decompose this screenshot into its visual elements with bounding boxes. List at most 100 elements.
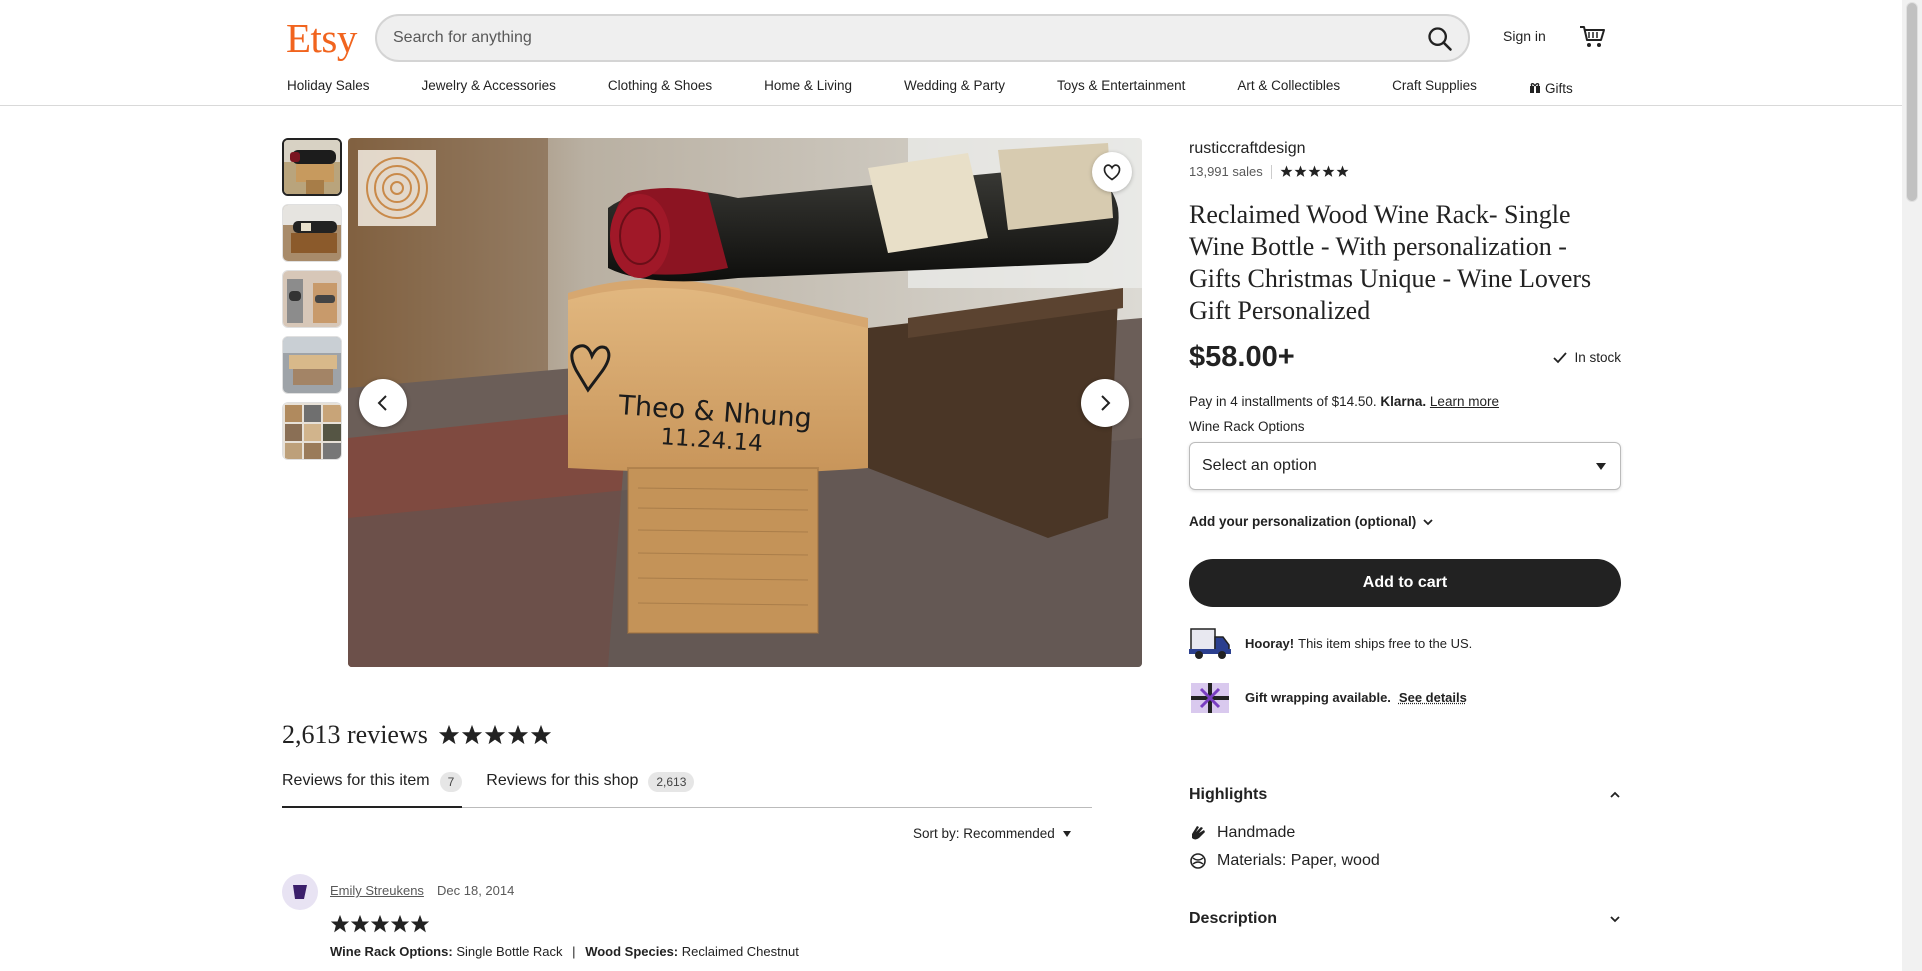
reviews-summary: 2,613 reviews <box>282 720 553 750</box>
variation-label: Wood Species: <box>585 944 679 959</box>
star-icon <box>370 914 390 933</box>
sort-dropdown[interactable]: Sort by: Recommended <box>913 826 1071 841</box>
see-details-link[interactable]: See details <box>1399 690 1467 705</box>
reviews-rating-stars <box>438 724 553 746</box>
star-icon <box>1322 165 1335 177</box>
star-icon <box>484 724 505 745</box>
variation-value: Single Bottle Rack <box>456 944 563 959</box>
star-icon <box>390 914 410 933</box>
thumbnail-5[interactable] <box>282 402 342 460</box>
main-product-image[interactable]: Theo & Nhung 11.24.14 <box>348 138 1142 667</box>
search-input[interactable] <box>393 16 1393 60</box>
star-icon <box>350 914 370 933</box>
search-icon[interactable] <box>1426 25 1454 53</box>
scrollbar-thumb[interactable] <box>1906 2 1918 202</box>
highlight-text: Materials: Paper, wood <box>1217 852 1380 869</box>
thumbnail-4[interactable] <box>282 336 342 394</box>
tab-reviews-shop[interactable]: Reviews for this shop 2,613 <box>486 768 695 808</box>
category-gifts[interactable]: Gifts <box>1529 78 1573 98</box>
listing-details: rusticcraftdesign 13,991 sales Reclaimed… <box>1189 140 1621 715</box>
variation-value: Reclaimed Chestnut <box>681 944 799 959</box>
thumbnail-1[interactable] <box>282 138 342 196</box>
sort-label: Sort by: Recommended <box>913 826 1055 841</box>
gift-wrap-info: Gift wrapping available. See details <box>1189 679 1621 715</box>
highlight-text: Handmade <box>1217 824 1296 841</box>
cart-icon[interactable] <box>1578 22 1606 50</box>
highlights-heading: Highlights <box>1189 786 1268 803</box>
star-icon <box>530 724 551 745</box>
star-icon <box>330 914 350 933</box>
description-toggle[interactable]: Description <box>1189 910 1621 928</box>
category-jewelry[interactable]: Jewelry & Accessories <box>422 78 556 98</box>
gift-icon <box>1529 83 1540 93</box>
listing-price: $58.00+ <box>1189 341 1295 373</box>
category-clothing[interactable]: Clothing & Shoes <box>608 78 712 98</box>
product-photo: Theo & Nhung 11.24.14 <box>348 138 1142 667</box>
shipping-bold: Hooray! <box>1245 635 1295 651</box>
category-art[interactable]: Art & Collectibles <box>1237 78 1340 98</box>
category-gifts-label: Gifts <box>1544 80 1573 96</box>
gift-wrap-icon <box>1191 683 1229 713</box>
category-home[interactable]: Home & Living <box>764 78 852 98</box>
add-to-cart-button[interactable]: Add to cart <box>1189 559 1621 607</box>
divider: | <box>572 944 576 959</box>
learn-more-link[interactable]: Learn more <box>1430 394 1499 409</box>
wine-rack-options-select[interactable]: Select an option <box>1189 442 1621 490</box>
next-image-button[interactable] <box>1081 379 1129 427</box>
chevron-right-icon <box>1101 395 1111 411</box>
star-icon <box>410 914 430 933</box>
select-value: Select an option <box>1202 457 1317 474</box>
installments-info: Pay in 4 installments of $14.50. Klarna.… <box>1189 394 1621 409</box>
category-craft[interactable]: Craft Supplies <box>1392 78 1477 98</box>
reviewer-name-link[interactable]: Emily Streukens <box>330 883 424 898</box>
materials-icon <box>1190 853 1206 869</box>
category-holiday-sales[interactable]: Holiday Sales <box>287 78 370 98</box>
divider <box>1270 164 1272 179</box>
previous-image-button[interactable] <box>359 379 407 427</box>
thumbnail-2[interactable] <box>282 204 342 262</box>
shipping-info: Hooray! This item ships free to the US. <box>1189 625 1621 661</box>
avatar-shape-icon <box>293 885 307 899</box>
chevron-down-icon <box>1423 518 1433 525</box>
tab-label: Reviews for this item <box>282 772 430 789</box>
favorite-button[interactable] <box>1092 152 1132 192</box>
description-heading: Description <box>1189 910 1278 927</box>
category-nav: Holiday Sales Jewelry & Accessories Clot… <box>287 78 1573 98</box>
site-header: Etsy Sign in Holiday Sales Jewelry & Acc… <box>0 0 1902 106</box>
variation-label: Wine Rack Options: <box>330 944 453 959</box>
category-toys[interactable]: Toys & Entertainment <box>1057 78 1185 98</box>
chevron-down-icon <box>1610 916 1620 923</box>
star-icon <box>438 724 459 745</box>
review-stars <box>330 914 430 934</box>
avatar[interactable] <box>282 874 318 910</box>
highlight-materials: Materials: Paper, wood <box>1189 852 1621 870</box>
category-wedding[interactable]: Wedding & Party <box>904 78 1005 98</box>
page-scrollbar[interactable] <box>1902 0 1922 971</box>
chevron-left-icon <box>377 395 387 411</box>
shop-sales-row: 13,991 sales <box>1189 164 1621 179</box>
caret-down-icon <box>1062 830 1071 837</box>
etsy-logo[interactable]: Etsy <box>286 14 357 62</box>
listing-title: Reclaimed Wood Wine Rack- Single Wine Bo… <box>1189 200 1592 325</box>
image-thumbnails <box>282 138 342 468</box>
shop-sales-count: 13,991 sales <box>1189 164 1263 179</box>
hand-icon <box>1192 826 1205 840</box>
shop-name-link[interactable]: rusticcraftdesign <box>1189 140 1621 158</box>
delivery-truck-icon <box>1189 628 1231 659</box>
stock-text: In stock <box>1574 350 1621 365</box>
star-icon <box>507 724 528 745</box>
personalization-toggle[interactable]: Add your personalization (optional) <box>1189 514 1621 529</box>
star-icon <box>1336 165 1349 177</box>
review-variation-info: Wine Rack Options: Single Bottle Rack | … <box>330 944 799 959</box>
highlight-handmade: Handmade <box>1189 824 1621 842</box>
tab-label: Reviews for this shop <box>486 772 639 789</box>
caret-down-icon <box>1596 463 1606 470</box>
tab-reviews-item[interactable]: Reviews for this item 7 <box>282 768 463 808</box>
thumbnail-3[interactable] <box>282 270 342 328</box>
price-row: $58.00+ In stock <box>1189 341 1621 374</box>
option-label: Wine Rack Options <box>1189 419 1305 434</box>
shop-rating-stars[interactable] <box>1280 165 1350 178</box>
personalization-label: Add your personalization (optional) <box>1189 514 1417 529</box>
highlights-toggle[interactable]: Highlights <box>1189 786 1621 804</box>
sign-in-link[interactable]: Sign in <box>1503 28 1546 44</box>
